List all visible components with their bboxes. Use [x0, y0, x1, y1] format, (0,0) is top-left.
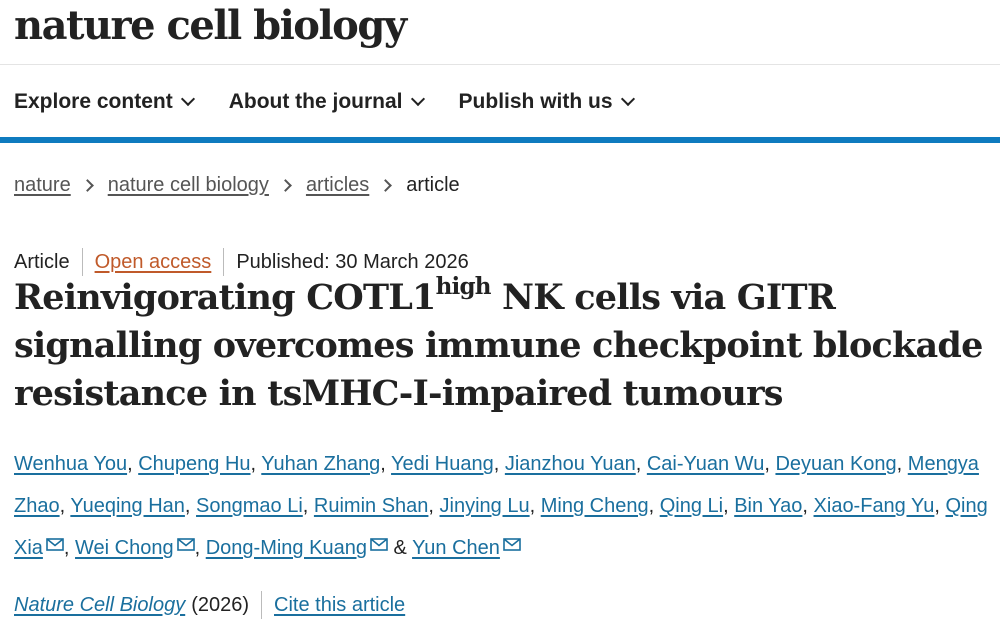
- cite-this-article-link[interactable]: Cite this article: [274, 594, 405, 617]
- main-nav: Explore content About the journal Publis…: [14, 90, 635, 114]
- author-link[interactable]: Chupeng Hu: [138, 453, 250, 475]
- mail-icon[interactable]: [503, 538, 521, 551]
- article-title: Reinvigorating COTL1high NK cells via GI…: [14, 274, 989, 418]
- nav-publish-with-us[interactable]: Publish with us: [458, 90, 635, 114]
- author-ampersand: &: [393, 537, 407, 559]
- author-link[interactable]: Yueqing Han: [70, 495, 185, 517]
- publication-year: (2026): [191, 593, 250, 616]
- author-link[interactable]: Jianzhou Yuan: [505, 453, 636, 475]
- mail-icon[interactable]: [370, 538, 388, 551]
- author-link[interactable]: Yun Chen: [412, 537, 500, 559]
- chevron-right-icon: [80, 179, 94, 192]
- author-link[interactable]: Xiao-Fang Yu: [814, 495, 935, 517]
- author-link[interactable]: Cai-Yuan Wu: [647, 453, 764, 475]
- mail-icon[interactable]: [176, 538, 195, 551]
- author-link[interactable]: Yedi Huang: [391, 453, 494, 475]
- chevron-right-icon: [279, 179, 292, 192]
- breadcrumb-current: article: [406, 174, 460, 196]
- author-link[interactable]: Jinying Lu: [440, 495, 530, 517]
- open-access-link[interactable]: Open access: [95, 251, 212, 274]
- author-link[interactable]: Dong-Ming Kuang: [206, 537, 367, 559]
- author-link[interactable]: Yuhan Zhang: [261, 453, 380, 475]
- author-link[interactable]: Bin Yao: [734, 495, 802, 517]
- chevron-down-icon: [180, 91, 195, 107]
- breadcrumb-articles[interactable]: articles: [306, 174, 369, 197]
- article-type: Article: [14, 250, 70, 273]
- author-link[interactable]: Wei Chong: [75, 537, 174, 559]
- meta-divider: [81, 248, 83, 276]
- author-link[interactable]: Ming Cheng: [541, 495, 649, 517]
- mail-icon[interactable]: [46, 538, 64, 551]
- author-link[interactable]: Ruimin Shan: [314, 495, 429, 517]
- author-link[interactable]: Wenhua You: [14, 453, 127, 475]
- breadcrumb: nature nature cell biology articles arti…: [14, 174, 460, 197]
- nav-label: Publish with us: [458, 90, 613, 113]
- journal-logo[interactable]: nature cell biology: [14, 2, 407, 49]
- header-divider: [0, 64, 1000, 65]
- nav-label: About the journal: [228, 90, 403, 113]
- accent-bar: [0, 137, 1000, 143]
- article-meta: Article Open access Published: 30 March …: [14, 248, 469, 276]
- breadcrumb-nature[interactable]: nature: [14, 174, 71, 197]
- nav-explore-content[interactable]: Explore content: [14, 90, 195, 114]
- journal-link[interactable]: Nature Cell Biology: [14, 594, 185, 617]
- meta-divider: [223, 248, 225, 276]
- title-text-1: Reinvigorating COTL1: [14, 277, 436, 318]
- published-date: Published: 30 March 2026: [236, 250, 469, 273]
- author-link[interactable]: Songmao Li: [196, 495, 303, 517]
- chevron-down-icon: [620, 91, 635, 107]
- citation-divider: [261, 591, 263, 619]
- chevron-right-icon: [379, 179, 393, 192]
- chevron-down-icon: [410, 91, 425, 107]
- nav-about-journal[interactable]: About the journal: [228, 90, 425, 114]
- citation-line: Nature Cell Biology (2026) Cite this art…: [14, 591, 405, 619]
- author-link[interactable]: Deyuan Kong: [775, 453, 896, 475]
- author-list: Wenhua You, Chupeng Hu, Yuhan Zhang, Yed…: [14, 453, 988, 559]
- breadcrumb-nature-cell-biology[interactable]: nature cell biology: [108, 174, 269, 197]
- author-link[interactable]: Qing Li: [660, 495, 723, 517]
- nav-label: Explore content: [14, 90, 173, 113]
- title-superscript: high: [435, 273, 492, 300]
